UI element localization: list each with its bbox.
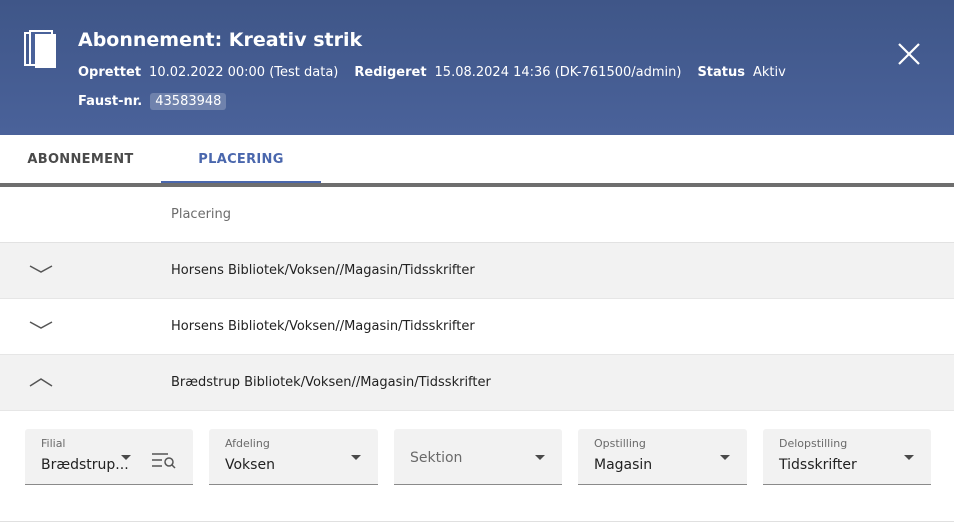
- tab-placering[interactable]: PLACERING: [161, 135, 321, 183]
- row-placering-path: Horsens Bibliotek/Voksen//Magasin/Tidssk…: [171, 263, 475, 278]
- delopstilling-label: Delopstilling: [779, 437, 848, 450]
- chevron-down-icon[interactable]: [29, 263, 53, 277]
- status-value: Aktiv: [753, 65, 786, 80]
- redigeret-value: 15.08.2024 14:36 (DK-761500/admin): [434, 65, 682, 80]
- opstilling-label: Opstilling: [594, 437, 646, 450]
- meta-row: Oprettet 10.02.2022 00:00 (Test data) Re…: [78, 65, 802, 80]
- faust-label: Faust-nr.: [78, 94, 143, 109]
- sektion-placeholder: Sektion: [410, 450, 463, 466]
- redigeret-label: Redigeret: [354, 65, 427, 80]
- opstilling-select[interactable]: Opstilling Magasin: [578, 429, 747, 485]
- page-title: Abonnement: Kreativ strik: [78, 29, 363, 51]
- faust-row: Faust-nr. 43583948: [78, 93, 227, 110]
- sektion-select[interactable]: Sektion: [394, 429, 562, 485]
- oprettet-value: 10.02.2022 00:00 (Test data): [149, 65, 339, 80]
- filial-value: Brædstrup...: [41, 457, 129, 473]
- row-placering-path: Horsens Bibliotek/Voksen//Magasin/Tidssk…: [171, 319, 475, 334]
- row-placering-path: Brædstrup Bibliotek/Voksen//Magasin/Tids…: [171, 375, 491, 390]
- caret-down-icon: [720, 455, 730, 460]
- opstilling-value: Magasin: [594, 457, 653, 473]
- faust-number-badge: 43583948: [150, 93, 227, 110]
- afdeling-label: Afdeling: [225, 437, 270, 450]
- afdeling-value: Voksen: [225, 457, 275, 473]
- books-icon: [24, 30, 56, 68]
- caret-down-icon: [351, 455, 361, 460]
- delopstilling-select[interactable]: Delopstilling Tidsskrifter: [763, 429, 931, 485]
- subscription-header: Abonnement: Kreativ strik Oprettet 10.02…: [0, 0, 954, 135]
- oprettet-label: Oprettet: [78, 65, 142, 80]
- filial-label: Filial: [41, 437, 66, 450]
- caret-down-icon: [121, 455, 131, 460]
- delopstilling-value: Tidsskrifter: [779, 457, 857, 473]
- placering-details-panel: Filial Brædstrup... Afdeling Voksen Sekt…: [0, 412, 954, 522]
- tab-abonnement[interactable]: ABONNEMENT: [0, 135, 161, 183]
- tab-bar: ABONNEMENT PLACERING: [0, 135, 954, 187]
- table-header: Placering: [0, 187, 954, 243]
- table-row-expanded[interactable]: Brædstrup Bibliotek/Voksen//Magasin/Tids…: [0, 355, 954, 411]
- status-label: Status: [697, 65, 745, 80]
- caret-down-icon: [904, 455, 914, 460]
- column-header-placering: Placering: [171, 207, 232, 222]
- filter-search-icon[interactable]: [151, 451, 177, 469]
- chevron-down-icon[interactable]: [29, 319, 53, 333]
- chevron-up-icon[interactable]: [29, 375, 53, 389]
- table-row[interactable]: Horsens Bibliotek/Voksen//Magasin/Tidssk…: [0, 243, 954, 299]
- afdeling-select[interactable]: Afdeling Voksen: [209, 429, 378, 485]
- table-row[interactable]: Horsens Bibliotek/Voksen//Magasin/Tidssk…: [0, 299, 954, 355]
- caret-down-icon: [535, 455, 545, 460]
- filial-select[interactable]: Filial Brædstrup...: [25, 429, 193, 485]
- close-icon[interactable]: [893, 38, 925, 70]
